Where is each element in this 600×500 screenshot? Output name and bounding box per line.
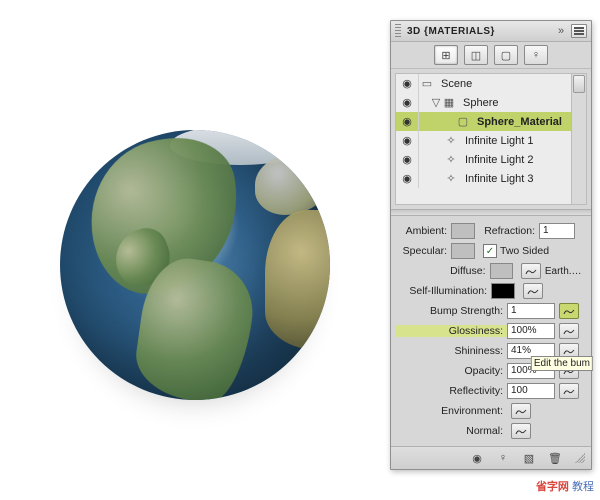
scene-tree-scene-label: Scene <box>437 78 472 90</box>
prop-row-self-illumination: Self-Illumination: <box>395 282 587 300</box>
scene-tree-scrollbar[interactable] <box>571 74 586 204</box>
material-icon: ▢ <box>455 115 471 128</box>
bump-strength-input[interactable]: 1 <box>507 303 555 319</box>
visibility-toggle-icon[interactable]: ◉ <box>396 150 419 169</box>
self-illumination-color-swatch[interactable] <box>491 283 515 299</box>
panel-header[interactable]: 3D {MATERIALS} » <box>391 21 591 42</box>
scene-tree-row-light-1[interactable]: ◉ ✧ Infinite Light 1 <box>396 131 586 150</box>
specular-label: Specular: <box>395 245 451 257</box>
filter-mode-row: ⊞ ◫ ▢ ♀ <box>391 42 591 69</box>
continent-shape <box>265 210 330 350</box>
watermark-bottom-right: 省字网 教程 <box>536 478 594 494</box>
prop-row-bump-strength: Bump Strength: 1 <box>395 302 587 320</box>
light-icon: ✧ <box>443 172 459 185</box>
new-light-button[interactable]: ▧ <box>519 450 539 466</box>
shininess-label: Shininess: <box>395 345 507 357</box>
panel-resize-grip-icon[interactable] <box>575 453 585 463</box>
prop-row-ambient: Ambient: Refraction: 1 <box>395 222 587 240</box>
bump-strength-label: Bump Strength: <box>395 305 507 317</box>
refraction-input[interactable]: 1 <box>539 223 575 239</box>
two-sided-checkbox[interactable]: ✓ <box>483 244 497 258</box>
tooltip: Edit the bum <box>531 356 593 371</box>
scene-tree-item-label: Infinite Light 1 <box>461 135 534 147</box>
glossiness-texture-button[interactable] <box>559 323 579 339</box>
filter-material-button[interactable]: ▢ <box>494 45 518 65</box>
scene-tree-item-label: Sphere <box>459 97 498 109</box>
collapse-chevrons-icon[interactable]: » <box>555 25 567 37</box>
panel-footer: ◉ ♀ ▧ 🗑 <box>391 446 591 469</box>
panel-menu-button[interactable] <box>571 24 587 38</box>
ambient-label: Ambient: <box>395 225 451 237</box>
scene-tree-item-label: Sphere_Material <box>473 116 562 128</box>
light-icon: ✧ <box>443 134 459 147</box>
ambient-color-swatch[interactable] <box>451 223 475 239</box>
scene-tree-row-scene[interactable]: ◉ ▭ Scene <box>396 74 586 93</box>
disclosure-triangle-icon[interactable]: ▽ <box>431 96 441 109</box>
watermark-bottom-right-a: 省字网 <box>536 481 569 493</box>
diffuse-color-swatch[interactable] <box>490 263 514 279</box>
environment-label: Environment: <box>395 405 507 417</box>
prop-row-glossiness: Glossiness: 100% <box>395 322 587 340</box>
glossiness-input[interactable]: 100% <box>507 323 555 339</box>
normal-label: Normal: <box>395 425 507 437</box>
continent-shape <box>255 155 330 215</box>
scene-icon: ▭ <box>419 77 435 90</box>
diffuse-file-label: Earth.psd <box>541 266 587 277</box>
toggle-lights-button[interactable]: ♀ <box>493 450 513 466</box>
filter-mesh-button[interactable]: ◫ <box>464 45 488 65</box>
scene-tree[interactable]: ◉ ▭ Scene ◉ ▽ ▦ Sphere ◉ ▢ Sphere_Materi… <box>395 73 587 205</box>
scene-tree-item-label: Infinite Light 3 <box>461 173 534 185</box>
materials-panel: 3D {MATERIALS} » ⊞ ◫ ▢ ♀ ◉ ▭ Scene ◉ ▽ ▦… <box>390 20 592 470</box>
mesh-icon: ▦ <box>441 96 457 109</box>
light-icon: ✧ <box>443 153 459 166</box>
scene-tree-row-sphere[interactable]: ◉ ▽ ▦ Sphere <box>396 93 586 112</box>
render-settings-button[interactable]: ◉ <box>467 450 487 466</box>
scene-tree-row-sphere-material[interactable]: ◉ ▢ Sphere_Material <box>396 112 586 131</box>
reflectivity-label: Reflectivity: <box>395 385 507 397</box>
visibility-toggle-icon[interactable]: ◉ <box>396 112 419 131</box>
two-sided-label: Two Sided <box>500 245 549 257</box>
delete-button[interactable]: 🗑 <box>545 450 565 466</box>
prop-row-diffuse: Diffuse: Earth.psd <box>395 262 587 280</box>
scene-tree-row-light-3[interactable]: ◉ ✧ Infinite Light 3 <box>396 169 586 188</box>
visibility-toggle-icon[interactable]: ◉ <box>396 93 419 112</box>
prop-row-reflectivity: Reflectivity: 100 <box>395 382 587 400</box>
watermark-bottom-right-b: 教程 <box>572 481 594 493</box>
visibility-toggle-icon[interactable]: ◉ <box>396 131 419 150</box>
refraction-label: Refraction: <box>479 225 539 237</box>
prop-row-environment: Environment: <box>395 402 587 420</box>
mesh-filter-icon: ◫ <box>471 49 481 62</box>
scene-tree-item-label: Infinite Light 2 <box>461 154 534 166</box>
material-filter-icon: ▢ <box>501 49 511 62</box>
material-properties: Ambient: Refraction: 1 Specular: ✓ Two S… <box>391 216 591 446</box>
visibility-toggle-icon[interactable]: ◉ <box>396 169 419 188</box>
light-filter-icon: ♀ <box>532 49 540 61</box>
diffuse-label: Diffuse: <box>395 265 490 277</box>
filter-light-button[interactable]: ♀ <box>524 45 548 65</box>
bump-strength-texture-button[interactable] <box>559 303 579 319</box>
diffuse-texture-button[interactable] <box>521 263 541 279</box>
prop-row-specular: Specular: ✓ Two Sided <box>395 242 587 260</box>
panel-divider[interactable] <box>391 209 591 216</box>
specular-color-swatch[interactable] <box>451 243 475 259</box>
reflectivity-texture-button[interactable] <box>559 383 579 399</box>
document-canvas[interactable] <box>0 0 390 500</box>
panel-title: 3D {MATERIALS} <box>407 26 555 37</box>
prop-row-normal: Normal: <box>395 422 587 440</box>
reflectivity-input[interactable]: 100 <box>507 383 555 399</box>
scene-tree-scrollbar-thumb[interactable] <box>573 75 585 93</box>
environment-texture-button[interactable] <box>511 403 531 419</box>
rendered-3d-sphere <box>60 130 330 400</box>
opacity-label: Opacity: <box>395 365 507 377</box>
self-illumination-label: Self-Illumination: <box>395 285 491 297</box>
scene-tree-row-light-2[interactable]: ◉ ✧ Infinite Light 2 <box>396 150 586 169</box>
filter-scene-button[interactable]: ⊞ <box>434 45 458 65</box>
glossiness-label: Glossiness: <box>395 325 507 337</box>
scene-filter-icon: ⊞ <box>441 49 450 62</box>
visibility-toggle-icon[interactable]: ◉ <box>396 74 419 93</box>
self-illumination-texture-button[interactable] <box>523 283 543 299</box>
panel-grip-icon[interactable] <box>395 24 401 38</box>
normal-texture-button[interactable] <box>511 423 531 439</box>
